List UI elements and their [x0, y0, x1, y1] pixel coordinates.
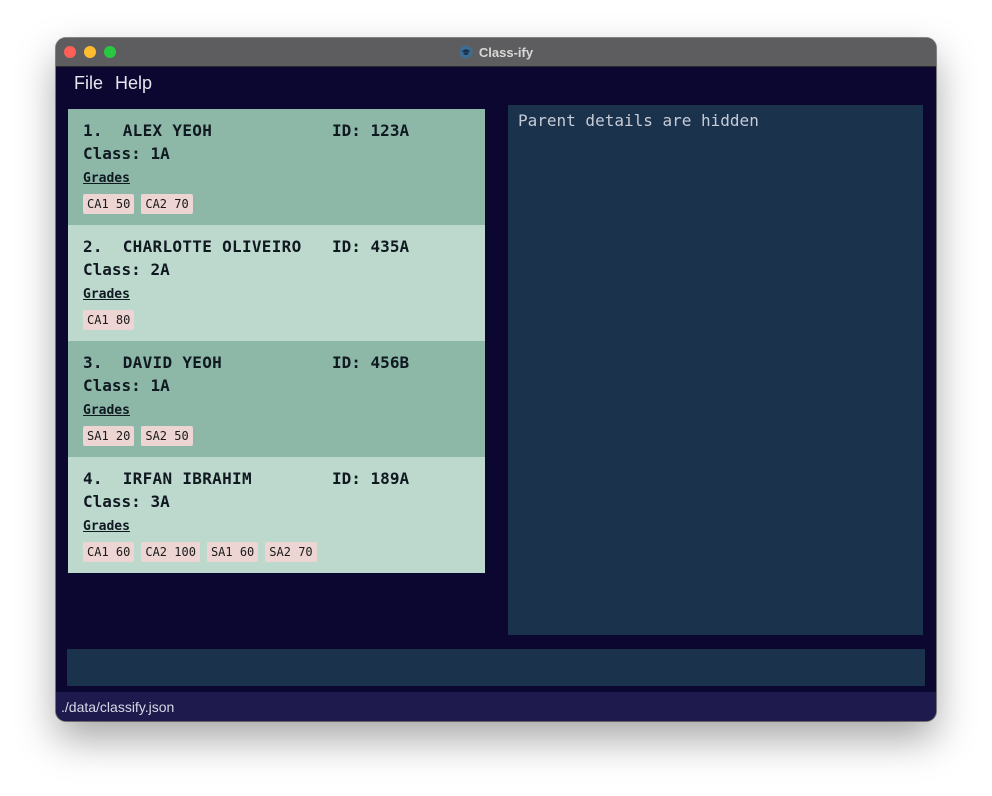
- student-class-line: Class: 3A: [83, 492, 170, 511]
- student-class: 2A: [150, 260, 170, 279]
- student-class-label: Class:: [83, 492, 141, 511]
- student-class: 1A: [150, 376, 170, 395]
- app-window: Class-ify File Help 1. ALEX YEOH ID: 123…: [56, 38, 936, 721]
- student-class-line: Class: 1A: [83, 144, 170, 163]
- window-title: Class-ify: [478, 44, 534, 60]
- menu-file[interactable]: File: [74, 73, 103, 94]
- grades-label: Grades: [83, 519, 130, 534]
- window-title-area: Class-ify: [56, 38, 936, 66]
- student-class-label: Class:: [83, 376, 141, 395]
- menu-bar: File Help: [56, 67, 936, 99]
- student-name-line: 1. ALEX YEOH: [83, 121, 212, 140]
- grade-tag: SA1 20: [83, 426, 135, 446]
- grade-tag: CA1 50: [83, 194, 135, 214]
- student-id: 189A: [370, 469, 410, 488]
- student-class-label: Class:: [83, 144, 141, 163]
- status-bar: ./data/classify.json: [56, 692, 936, 721]
- grade-tags: SA1 20 SA2 50: [83, 426, 193, 446]
- student-index: 1.: [83, 121, 103, 140]
- student-class: 3A: [150, 492, 170, 511]
- data-file-path: ./data/classify.json: [61, 698, 175, 715]
- student-name: DAVID YEOH: [122, 353, 223, 372]
- parent-detail-panel: Parent details are hidden: [508, 105, 923, 635]
- grades-label: Grades: [83, 171, 130, 186]
- grade-tag: CA1 60: [83, 542, 135, 562]
- student-id-label: ID:: [332, 353, 361, 372]
- student-id: 456B: [370, 353, 410, 372]
- student-name: IRFAN IBRAHIM: [122, 469, 252, 488]
- student-id-line: ID: 456B: [332, 353, 409, 372]
- grade-tags: CA1 50 CA2 70: [83, 194, 193, 214]
- student-id-line: ID: 435A: [332, 237, 409, 256]
- grade-tags: CA1 60 CA2 100 SA1 60 SA2 70: [83, 542, 317, 562]
- student-name-line: 3. DAVID YEOH: [83, 353, 222, 372]
- student-name: CHARLOTTE OLIVEIRO: [122, 237, 302, 256]
- student-name: ALEX YEOH: [122, 121, 213, 140]
- student-card[interactable]: 3. DAVID YEOH ID: 456B Class: 1A Grades …: [68, 341, 485, 457]
- student-id: 435A: [370, 237, 410, 256]
- student-list[interactable]: 1. ALEX YEOH ID: 123A Class: 1A Grades C…: [68, 109, 485, 573]
- grade-tag: SA1 60: [206, 542, 259, 562]
- student-id-label: ID:: [332, 121, 361, 140]
- menu-help[interactable]: Help: [115, 73, 152, 94]
- command-input[interactable]: [67, 649, 925, 686]
- grade-tag: CA1 80: [83, 310, 135, 330]
- student-name-line: 2. CHARLOTTE OLIVEIRO: [83, 237, 302, 256]
- student-id-line: ID: 189A: [332, 469, 409, 488]
- student-index: 3.: [83, 353, 103, 372]
- grade-tags: CA1 80: [83, 310, 135, 330]
- student-id-line: ID: 123A: [332, 121, 409, 140]
- student-class-label: Class:: [83, 260, 141, 279]
- grade-tag: SA2 70: [265, 542, 317, 562]
- student-class-line: Class: 2A: [83, 260, 170, 279]
- student-class-line: Class: 1A: [83, 376, 170, 395]
- student-id: 123A: [370, 121, 410, 140]
- student-id-label: ID:: [332, 469, 361, 488]
- student-id-label: ID:: [332, 237, 361, 256]
- graduation-cap-icon: [459, 45, 473, 59]
- title-bar[interactable]: Class-ify: [56, 38, 936, 67]
- student-index: 2.: [83, 237, 103, 256]
- grades-label: Grades: [83, 287, 130, 302]
- student-card[interactable]: 2. CHARLOTTE OLIVEIRO ID: 435A Class: 2A…: [68, 225, 485, 341]
- student-card[interactable]: 4. IRFAN IBRAHIM ID: 189A Class: 3A Grad…: [68, 457, 485, 573]
- parent-details-message: Parent details are hidden: [518, 111, 759, 130]
- grade-tag: CA2 70: [141, 194, 193, 214]
- grades-label: Grades: [83, 403, 130, 418]
- student-index: 4.: [83, 469, 103, 488]
- grade-tag: CA2 100: [141, 542, 200, 562]
- grade-tag: SA2 50: [141, 426, 193, 446]
- student-name-line: 4. IRFAN IBRAHIM: [83, 469, 252, 488]
- student-class: 1A: [150, 144, 170, 163]
- student-card[interactable]: 1. ALEX YEOH ID: 123A Class: 1A Grades C…: [68, 109, 485, 225]
